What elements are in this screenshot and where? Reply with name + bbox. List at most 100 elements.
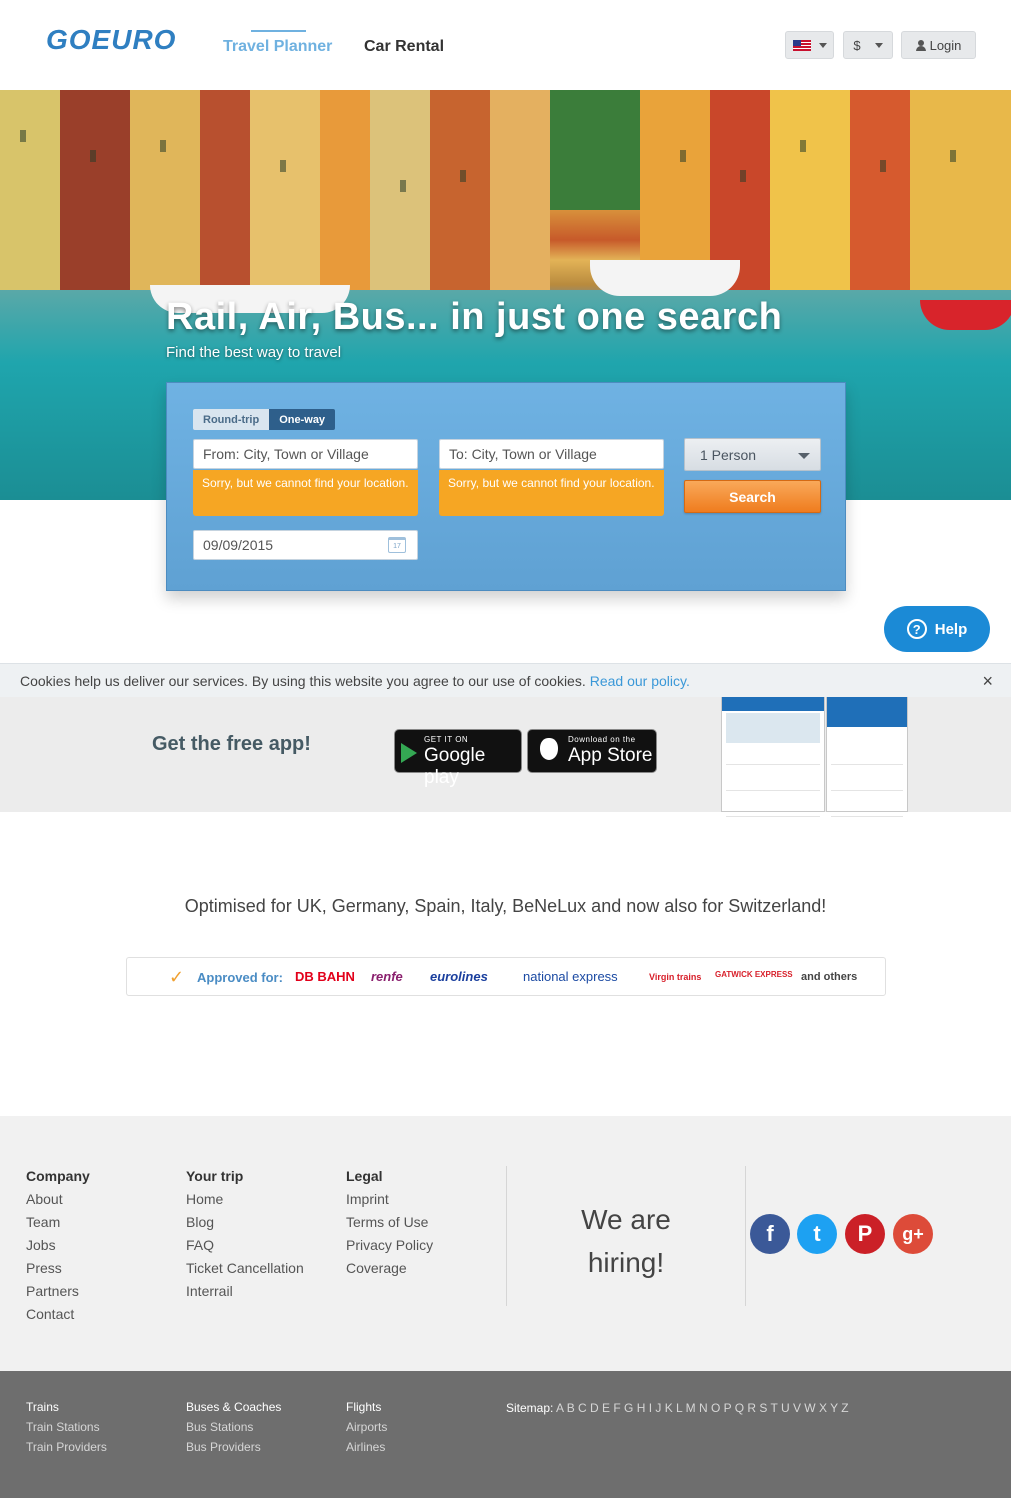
- login-button[interactable]: Login: [901, 31, 976, 59]
- date-value: 09/09/2015: [203, 537, 274, 553]
- hero-building: [910, 90, 1011, 300]
- footer-link-faq[interactable]: FAQ: [186, 1237, 304, 1253]
- footer-link-blog[interactable]: Blog: [186, 1214, 304, 1230]
- hero-trees: [550, 90, 640, 210]
- google-play-badge[interactable]: GET IT ON Google play: [394, 729, 522, 788]
- hero-building: [60, 90, 130, 300]
- facebook-icon[interactable]: f: [750, 1214, 790, 1254]
- google-play-icon: [401, 743, 417, 763]
- hero-building: [200, 90, 250, 300]
- hero-subtitle: Find the best way to travel: [166, 344, 342, 361]
- to-error-message: Sorry, but we cannot find your location.: [439, 470, 664, 516]
- footer-link-ticket-cancellation[interactable]: Ticket Cancellation: [186, 1260, 304, 1276]
- search-panel: Round-trip One-way From: City, Town or V…: [166, 382, 846, 591]
- nav-travel-planner[interactable]: Travel Planner: [223, 30, 332, 56]
- hero-building: [490, 90, 550, 300]
- site-header: GOEURO Travel Planner Car Rental $ Login: [0, 0, 1011, 90]
- footer-divider: [745, 1166, 746, 1306]
- footer-link-team[interactable]: Team: [26, 1214, 90, 1230]
- nav-car-rental[interactable]: Car Rental: [364, 30, 444, 56]
- check-icon: ✓: [169, 967, 185, 987]
- hero-title: Rail, Air, Bus... in just one search: [166, 296, 783, 338]
- passenger-selector[interactable]: 1 Person: [684, 438, 821, 471]
- date-input[interactable]: 09/09/2015 17: [193, 530, 418, 560]
- bottom-heading-flights[interactable]: Flights: [346, 1397, 387, 1417]
- hero-window: [740, 170, 746, 182]
- hero-boat: [590, 260, 740, 296]
- calendar-icon[interactable]: 17: [388, 537, 406, 553]
- footer-link-contact[interactable]: Contact: [26, 1306, 90, 1322]
- bottom-link-bus-stations[interactable]: Bus Stations: [186, 1417, 281, 1437]
- footer-link-privacy[interactable]: Privacy Policy: [346, 1237, 433, 1253]
- app-store-big-text: App Store: [568, 745, 653, 766]
- footer-link-partners[interactable]: Partners: [26, 1283, 90, 1299]
- search-button[interactable]: Search: [684, 480, 821, 513]
- app-store-badge[interactable]: Download on the App Store: [527, 729, 657, 773]
- from-input[interactable]: From: City, Town or Village: [193, 439, 418, 469]
- footer-link-press[interactable]: Press: [26, 1260, 90, 1276]
- footer-link-home[interactable]: Home: [186, 1191, 304, 1207]
- round-trip-tab[interactable]: Round-trip: [193, 409, 270, 430]
- bottom-buses-column: Buses & Coaches Bus Stations Bus Provide…: [186, 1397, 281, 1457]
- sitemap: Sitemap: A B C D E F G H I J K L M N O P…: [506, 1401, 849, 1415]
- hero-window: [800, 140, 806, 152]
- footer-trip-column: Your trip Home Blog FAQ Ticket Cancellat…: [186, 1168, 304, 1306]
- partner-logo-renfe: renfe: [371, 969, 403, 984]
- close-icon[interactable]: ×: [982, 671, 993, 692]
- footer-link-about[interactable]: About: [26, 1191, 90, 1207]
- google-play-big-text: Google play: [424, 745, 486, 788]
- hero-window: [280, 160, 286, 172]
- bottom-link-bus-providers[interactable]: Bus Providers: [186, 1437, 281, 1457]
- footer-link-coverage[interactable]: Coverage: [346, 1260, 433, 1276]
- bottom-link-train-providers[interactable]: Train Providers: [26, 1437, 107, 1457]
- passenger-label: 1 Person: [700, 446, 757, 463]
- help-button[interactable]: ? Help: [884, 606, 990, 652]
- and-others-label: and others: [801, 971, 858, 983]
- hero-window: [460, 170, 466, 182]
- bottom-trains-column: Trains Train Stations Train Providers: [26, 1397, 107, 1457]
- footer-link-imprint[interactable]: Imprint: [346, 1191, 433, 1207]
- phone-mockup: [826, 697, 908, 817]
- footer-legal-column: Legal Imprint Terms of Use Privacy Polic…: [346, 1168, 433, 1283]
- bottom-heading-trains[interactable]: Trains: [26, 1397, 107, 1417]
- app-promo: Get the free app! GET IT ON Google play …: [0, 697, 1011, 817]
- bottom-heading-buses[interactable]: Buses & Coaches: [186, 1397, 281, 1417]
- currency-selector[interactable]: $: [843, 31, 893, 59]
- cookie-policy-link[interactable]: Read our policy.: [590, 673, 690, 689]
- bottom-link-train-stations[interactable]: Train Stations: [26, 1417, 107, 1437]
- hero-building: [430, 90, 490, 300]
- hero-boat: [920, 300, 1011, 330]
- chevron-down-icon: [798, 453, 810, 459]
- footer-link-jobs[interactable]: Jobs: [26, 1237, 90, 1253]
- trip-type-toggle: Round-trip One-way: [193, 409, 336, 430]
- hero-building: [770, 90, 850, 300]
- hiring-line: hiring!: [587, 1247, 665, 1278]
- phone-header-bar: [722, 697, 824, 711]
- hiring-link[interactable]: We are hiring!: [507, 1198, 745, 1284]
- hero-window: [90, 150, 96, 162]
- hero-building: [250, 90, 320, 300]
- language-selector[interactable]: [785, 31, 834, 59]
- currency-label: $: [853, 37, 861, 53]
- cookie-text: Cookies help us deliver our services. By…: [20, 672, 586, 689]
- footer-link-interrail[interactable]: Interrail: [186, 1283, 304, 1299]
- help-label: Help: [934, 620, 968, 638]
- twitter-icon[interactable]: t: [797, 1214, 837, 1254]
- phone-mockup: [721, 697, 825, 817]
- hero-window: [680, 150, 686, 162]
- user-icon: [915, 39, 926, 51]
- bottom-flights-column: Flights Airports Airlines: [346, 1397, 387, 1457]
- question-icon: ?: [906, 619, 927, 639]
- footer-link-terms[interactable]: Terms of Use: [346, 1214, 433, 1230]
- sitemap-letters[interactable]: A B C D E F G H I J K L M N O P Q R S T …: [556, 1401, 849, 1415]
- google-plus-icon[interactable]: g+: [893, 1214, 933, 1254]
- bottom-link-airports[interactable]: Airports: [346, 1417, 387, 1437]
- pinterest-icon[interactable]: P: [845, 1214, 885, 1254]
- phone-list-row: [831, 769, 903, 791]
- to-input[interactable]: To: City, Town or Village: [439, 439, 664, 469]
- goeuro-logo[interactable]: GOEURO: [46, 24, 176, 56]
- bottom-link-airlines[interactable]: Airlines: [346, 1437, 387, 1457]
- hero-window: [400, 180, 406, 192]
- google-play-small-text: GET IT ON: [424, 735, 469, 744]
- one-way-tab[interactable]: One-way: [269, 409, 336, 430]
